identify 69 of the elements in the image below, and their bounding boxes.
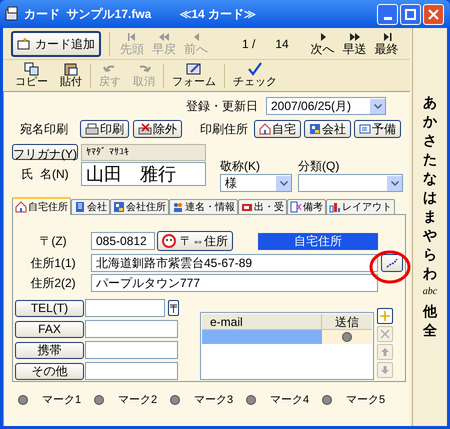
tab[interactable]: 連名・情報 xyxy=(169,199,238,215)
column-header: e-mail xyxy=(202,314,322,329)
honorific-dropdown[interactable]: 様 xyxy=(220,174,292,192)
index-tab[interactable]: ら xyxy=(423,246,437,262)
honorific-label: 敬称(K) xyxy=(220,159,261,173)
print-option-button[interactable]: 除外 xyxy=(133,120,182,138)
tab[interactable]: 出・受 xyxy=(238,199,287,215)
address-choice-button[interactable]: 予備 xyxy=(354,120,401,138)
index-tab[interactable]: か xyxy=(423,113,437,129)
mark-label: マーク3 xyxy=(194,393,234,408)
date-dropdown[interactable]: 2007/06/25(月) xyxy=(266,97,386,115)
toolbar-button[interactable]: コピー xyxy=(11,62,52,89)
nav-button[interactable]: 次へ xyxy=(308,31,337,56)
zip-field[interactable]: 085-0812 xyxy=(91,232,155,250)
index-tab[interactable]: た xyxy=(423,151,437,167)
date-value: 2007/06/25(月) xyxy=(271,98,352,115)
window-title: カード サンプル17.fwa xyxy=(24,6,152,23)
card-position: 1 / xyxy=(242,36,256,52)
furigana-button[interactable]: フリガナ(Y) xyxy=(12,144,78,160)
index-tab[interactable]: 他 xyxy=(423,303,437,319)
index-tab[interactable]: ま xyxy=(423,208,437,224)
mark-label: マーク5 xyxy=(346,393,386,408)
name-field[interactable]: 山田 雅行 xyxy=(81,162,206,186)
address-choice-button[interactable]: 会社 xyxy=(304,120,351,138)
phone-type-button[interactable]: 携帯 xyxy=(15,342,84,358)
category-label: 分類(Q) xyxy=(298,159,340,173)
mark-label: マーク1 xyxy=(42,393,82,408)
nav-button[interactable]: 最終 xyxy=(372,31,401,56)
date-label: 登録・更新日 xyxy=(186,98,258,115)
column-header: 送信 xyxy=(334,314,360,329)
toolbar-button[interactable]: 貼付 xyxy=(56,62,86,89)
add-card-button[interactable]: カード追加 xyxy=(11,30,101,56)
address2-field[interactable]: パープルタウン777 xyxy=(91,274,378,292)
name-label: 氏 名(N) xyxy=(20,166,70,183)
address1-label: 住所1(1) xyxy=(29,255,77,272)
address-choice-button[interactable]: 自宅 xyxy=(254,120,301,138)
tab[interactable]: 会社 xyxy=(71,199,110,215)
index-tab[interactable]: さ xyxy=(423,132,437,148)
zip-convert-button[interactable]: 〒⇔住所 xyxy=(157,231,233,251)
tab[interactable]: 会社住所 xyxy=(110,199,169,215)
index-tab[interactable]: な xyxy=(423,170,437,186)
phone-type-button[interactable]: FAX xyxy=(15,320,84,338)
print-label: 宛名印刷 xyxy=(19,121,69,138)
nav-button[interactable]: 早送 xyxy=(340,31,369,56)
furigana-field[interactable]: ﾔﾏﾀﾞ ﾏｻﾕｷ xyxy=(81,144,206,160)
index-tab[interactable]: や xyxy=(423,227,437,243)
address2-label: 住所2(2) xyxy=(29,275,77,292)
print-address-label: 印刷住所 xyxy=(200,121,248,138)
card-total: 14 xyxy=(275,36,289,52)
index-tab[interactable]: わ xyxy=(423,265,437,281)
address1-field[interactable]: 北海道釧路市紫雲台45-67-89 xyxy=(91,254,378,272)
phone-type-button[interactable]: TEL(T) xyxy=(15,300,84,316)
toolbar-button[interactable]: フォーム xyxy=(168,62,220,89)
address-type-banner: 自宅住所 xyxy=(258,232,378,250)
index-tab[interactable]: あ xyxy=(423,94,437,110)
tab[interactable]: レイアウト xyxy=(326,199,395,215)
window-subtitle: ≪14 カード≫ xyxy=(179,6,256,23)
zip-label: 〒(Z) xyxy=(38,233,68,250)
tab[interactable]: 備考 xyxy=(287,199,326,215)
tab[interactable]: 自宅住所 xyxy=(12,197,71,215)
print-option-button[interactable]: 印刷 xyxy=(80,120,129,138)
index-tab[interactable]: abc xyxy=(422,284,438,300)
mark-label: マーク2 xyxy=(118,393,158,408)
phone-type-button[interactable]: その他 xyxy=(15,362,84,380)
toolbar-button[interactable]: チェック xyxy=(229,62,281,89)
index-tab[interactable]: 全 xyxy=(423,322,437,338)
honorific-value: 様 xyxy=(225,175,237,192)
index-tab[interactable]: は xyxy=(423,189,437,205)
mark-label: マーク4 xyxy=(270,393,310,408)
